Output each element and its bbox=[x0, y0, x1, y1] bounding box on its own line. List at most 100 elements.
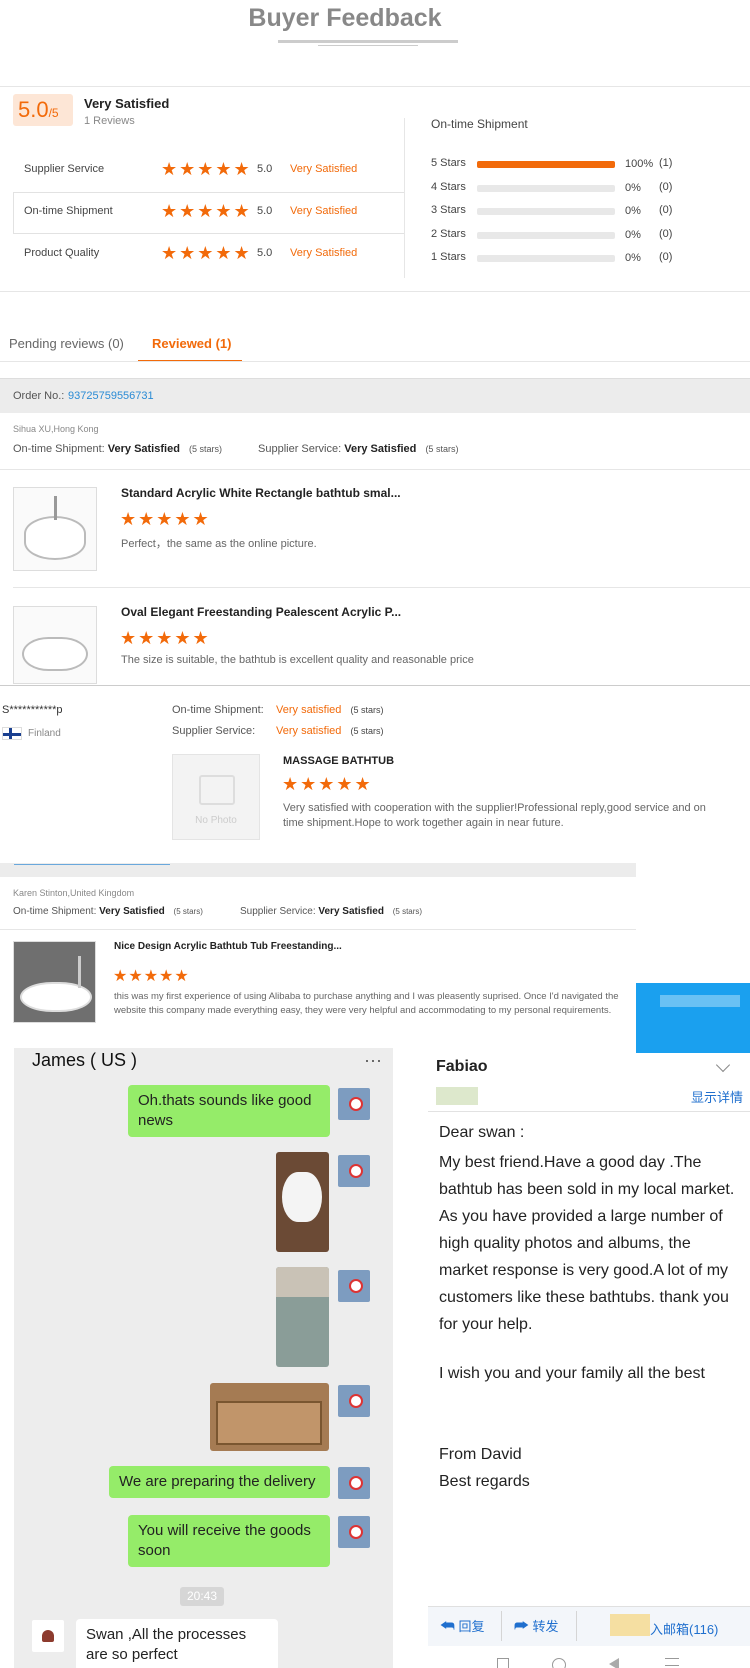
distribution-percent: 100% bbox=[625, 158, 654, 170]
chat-bubble-sent: Oh.thats sounds like good news bbox=[128, 1085, 330, 1137]
action-divider bbox=[501, 1611, 502, 1641]
product-title[interactable]: Nice Design Acrylic Bathtub Tub Freestan… bbox=[114, 941, 342, 952]
inbox-button[interactable]: 入邮箱(116) bbox=[650, 1619, 718, 1638]
product-thumbnail[interactable] bbox=[13, 606, 97, 684]
product-comment: Perfect，the same as the online picture. bbox=[121, 538, 317, 550]
column-divider bbox=[404, 118, 405, 278]
distribution-percent: 0% bbox=[625, 181, 641, 194]
reply-button[interactable]: ⮪ 回复 bbox=[440, 1616, 485, 1636]
blurred-app-banner bbox=[636, 983, 750, 1053]
rating-name: Product Quality bbox=[24, 247, 100, 259]
distribution-percent: 0% bbox=[625, 228, 641, 241]
distribution-count: (1) bbox=[659, 157, 673, 169]
distribution-label: 4 Stars bbox=[431, 180, 466, 193]
shipment-label: On-time Shipment: bbox=[13, 443, 105, 455]
email-window bbox=[428, 1053, 750, 1668]
service-stars-text: (5 stars) bbox=[425, 444, 459, 454]
rating-stars: ★★★★★ bbox=[161, 159, 252, 179]
circle-nav-icon[interactable] bbox=[552, 1658, 566, 1668]
bathtub-image bbox=[24, 516, 86, 560]
review-comment: Very satisfied with cooperation with the… bbox=[283, 802, 706, 829]
buyer-name: Karen Stinton,United Kingdom bbox=[13, 888, 135, 898]
square-nav-icon[interactable] bbox=[497, 1658, 509, 1668]
menu-nav-icon[interactable] bbox=[665, 1658, 679, 1666]
product-title[interactable]: MASSAGE BATHTUB bbox=[283, 755, 394, 767]
order-service-rating: Supplier Service: Very Satisfied (5 star… bbox=[258, 443, 458, 455]
service-value: Very satisfied bbox=[276, 725, 342, 737]
distribution-label: 5 Stars bbox=[431, 157, 466, 169]
product-rating-stars: ★★★★★ bbox=[120, 509, 211, 529]
action-divider bbox=[576, 1611, 577, 1641]
distribution-percent: 0% bbox=[625, 205, 641, 217]
divider bbox=[0, 469, 750, 470]
distribution-bar-fill bbox=[477, 161, 615, 168]
chat-window bbox=[14, 1048, 393, 1668]
product-title[interactable]: Oval Elegant Freestanding Pealescent Acr… bbox=[121, 605, 401, 619]
user-avatar[interactable] bbox=[338, 1088, 370, 1120]
buyer-name: S***********p bbox=[2, 704, 63, 716]
chat-photo[interactable] bbox=[210, 1383, 329, 1451]
bathtub-image bbox=[20, 982, 92, 1012]
chat-photo[interactable] bbox=[276, 1267, 329, 1367]
shipment-value: Very Satisfied bbox=[107, 443, 180, 455]
tab-reviewed[interactable]: Reviewed (1) bbox=[152, 336, 231, 351]
back-nav-icon[interactable] bbox=[609, 1658, 619, 1668]
section-border bbox=[0, 685, 750, 686]
divider bbox=[0, 361, 750, 362]
distribution-label: 1 Stars bbox=[431, 251, 466, 263]
tab-pending-reviews[interactable]: Pending reviews (0) bbox=[9, 336, 124, 351]
order-shipment-rating: On-time Shipment: Very Satisfied (5 star… bbox=[13, 443, 222, 455]
review-comment: this was my first experience of using Al… bbox=[114, 991, 619, 1016]
reviews-count: 1 Reviews bbox=[84, 115, 135, 127]
rating-name: Supplier Service bbox=[24, 163, 105, 175]
divider bbox=[0, 929, 636, 930]
rating-text: Very Satisfied bbox=[290, 247, 358, 259]
no-photo-placeholder: No Photo bbox=[172, 754, 260, 840]
reply-label: 回复 bbox=[458, 1619, 485, 1634]
user-avatar[interactable] bbox=[338, 1270, 370, 1302]
service-label: Supplier Service: bbox=[258, 443, 342, 455]
user-avatar[interactable] bbox=[338, 1467, 370, 1499]
rating-text: Very Satisfied bbox=[290, 163, 358, 175]
blurred-icon bbox=[610, 1614, 650, 1636]
distribution-count: (0) bbox=[659, 204, 673, 216]
score-badge: 5.0/5 bbox=[13, 94, 73, 126]
rating-value: 5.0 bbox=[257, 163, 273, 175]
chat-photo[interactable] bbox=[276, 1152, 329, 1252]
user-avatar[interactable] bbox=[338, 1516, 370, 1548]
show-details-link[interactable]: 显示详情 bbox=[691, 1087, 743, 1106]
product-thumbnail[interactable] bbox=[13, 941, 96, 1023]
order-number-link[interactable]: 93725759556731 bbox=[68, 390, 154, 402]
product-thumbnail[interactable] bbox=[13, 487, 97, 571]
bathtub-image bbox=[282, 1172, 322, 1222]
user-avatar[interactable] bbox=[338, 1155, 370, 1187]
product-rating-stars: ★★★★★ bbox=[282, 774, 373, 794]
forward-button[interactable]: ⮫ 转发 bbox=[514, 1616, 559, 1636]
user-avatar[interactable] bbox=[338, 1385, 370, 1417]
divider bbox=[13, 587, 750, 588]
product-title[interactable]: Standard Acrylic White Rectangle bathtub… bbox=[121, 486, 401, 500]
title-underline bbox=[278, 40, 458, 43]
chat-more-button[interactable]: ··· bbox=[364, 1050, 382, 1071]
shipment-stars-text: (5 stars) bbox=[350, 705, 384, 715]
distribution-label: 2 Stars bbox=[431, 227, 466, 240]
distribution-title: On-time Shipment bbox=[431, 117, 528, 131]
review-service-rating: Supplier Service: Very satisfied (5 stars… bbox=[172, 725, 384, 737]
blurred-text bbox=[660, 995, 740, 1007]
email-regards: Best regards bbox=[439, 1473, 530, 1490]
rating-stars: ★★★★★ bbox=[161, 243, 252, 263]
distribution-bar-track bbox=[477, 255, 615, 262]
service-stars-text: (5 stars) bbox=[350, 726, 384, 736]
product-rating-stars: ★★★★★ bbox=[113, 968, 190, 985]
bathtub-image bbox=[22, 637, 88, 671]
review-shipment-rating: On-time Shipment: Very satisfied (5 stars… bbox=[172, 704, 384, 716]
service-value: Very Satisfied bbox=[318, 906, 384, 917]
reply-icon: ⮪ bbox=[440, 1618, 455, 1635]
email-wish: I wish you and your family all the best bbox=[439, 1365, 705, 1382]
image-placeholder-icon bbox=[199, 775, 235, 805]
contact-avatar[interactable] bbox=[32, 1620, 64, 1652]
shipment-value: Very Satisfied bbox=[99, 906, 165, 917]
product-rating-stars: ★★★★★ bbox=[120, 628, 211, 648]
distribution-percent: 0% bbox=[625, 252, 641, 264]
chat-bubble-received: Swan ,All the processes are so perfect bbox=[76, 1619, 278, 1668]
